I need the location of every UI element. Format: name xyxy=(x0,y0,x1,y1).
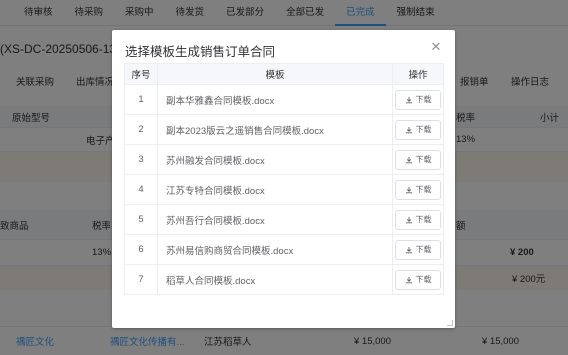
download-icon xyxy=(405,216,412,223)
download-icon xyxy=(405,156,412,163)
close-icon[interactable]: ✕ xyxy=(429,40,443,54)
template-name: 苏州易信购商贸合同模板.docx xyxy=(157,234,393,265)
download-label: 下载 xyxy=(415,95,432,104)
row-index: 6 xyxy=(124,234,158,265)
action-cell: 下载 xyxy=(392,174,444,205)
download-icon xyxy=(405,246,412,253)
row-index: 1 xyxy=(124,84,158,115)
download-label: 下载 xyxy=(415,215,432,224)
row-index: 7 xyxy=(124,264,158,295)
table-row: 6 苏州易信购商贸合同模板.docx 下载 xyxy=(124,234,444,265)
action-cell: 下载 xyxy=(392,204,444,235)
download-label: 下载 xyxy=(415,185,432,194)
dialog-title: 选择模板生成销售订单合同 xyxy=(125,45,276,59)
resize-handle[interactable] xyxy=(447,320,453,326)
header-index: 序号 xyxy=(124,63,158,85)
action-cell: 下载 xyxy=(392,234,444,265)
header-action: 操作 xyxy=(392,63,444,85)
template-name: 苏州吾行合同模板.docx xyxy=(157,204,393,235)
template-select-dialog: 选择模板生成销售订单合同 ✕ 序号 模板 操作 1 副本华雅鑫合同模板.docx 下… xyxy=(112,30,455,328)
action-cell: 下载 xyxy=(392,84,444,115)
row-index: 3 xyxy=(124,144,158,175)
download-icon xyxy=(405,96,412,103)
table-row: 2 副本2023版云之遥销售合同模板.docx 下载 xyxy=(124,114,444,145)
action-cell: 下载 xyxy=(392,264,444,295)
action-cell: 下载 xyxy=(392,144,444,175)
download-button[interactable]: 下载 xyxy=(395,269,441,290)
download-button[interactable]: 下载 xyxy=(395,179,441,200)
download-icon xyxy=(405,186,412,193)
template-name: 江苏专特合同模板.docx xyxy=(157,174,393,205)
table-row: 5 苏州吾行合同模板.docx 下载 xyxy=(124,204,444,235)
download-label: 下载 xyxy=(415,155,432,164)
table-row: 4 江苏专特合同模板.docx 下载 xyxy=(124,174,444,205)
download-button[interactable]: 下载 xyxy=(395,149,441,170)
download-label: 下载 xyxy=(415,125,432,134)
download-label: 下载 xyxy=(415,245,432,254)
header-template: 模板 xyxy=(157,63,393,85)
download-button[interactable]: 下载 xyxy=(395,89,441,110)
template-name: 苏州融发合同模板.docx xyxy=(157,144,393,175)
download-label: 下载 xyxy=(415,275,432,284)
template-name: 稻草人合同模板.docx xyxy=(157,264,393,295)
template-name: 副本2023版云之遥销售合同模板.docx xyxy=(157,114,393,145)
row-index: 2 xyxy=(124,114,158,145)
download-icon xyxy=(405,126,412,133)
row-index: 4 xyxy=(124,174,158,205)
table-header-row: 序号 模板 操作 xyxy=(124,63,444,85)
table-row: 7 稻草人合同模板.docx 下载 xyxy=(124,264,444,295)
download-button[interactable]: 下载 xyxy=(395,239,441,260)
template-table: 序号 模板 操作 1 副本华雅鑫合同模板.docx 下载 2 副本2023版云之遥销售合… xyxy=(124,63,444,295)
action-cell: 下载 xyxy=(392,114,444,145)
download-button[interactable]: 下载 xyxy=(395,119,441,140)
table-row: 1 副本华雅鑫合同模板.docx 下载 xyxy=(124,84,444,115)
table-row: 3 苏州融发合同模板.docx 下载 xyxy=(124,144,444,175)
row-index: 5 xyxy=(124,204,158,235)
download-button[interactable]: 下载 xyxy=(395,209,441,230)
template-name: 副本华雅鑫合同模板.docx xyxy=(157,84,393,115)
download-icon xyxy=(405,276,412,283)
